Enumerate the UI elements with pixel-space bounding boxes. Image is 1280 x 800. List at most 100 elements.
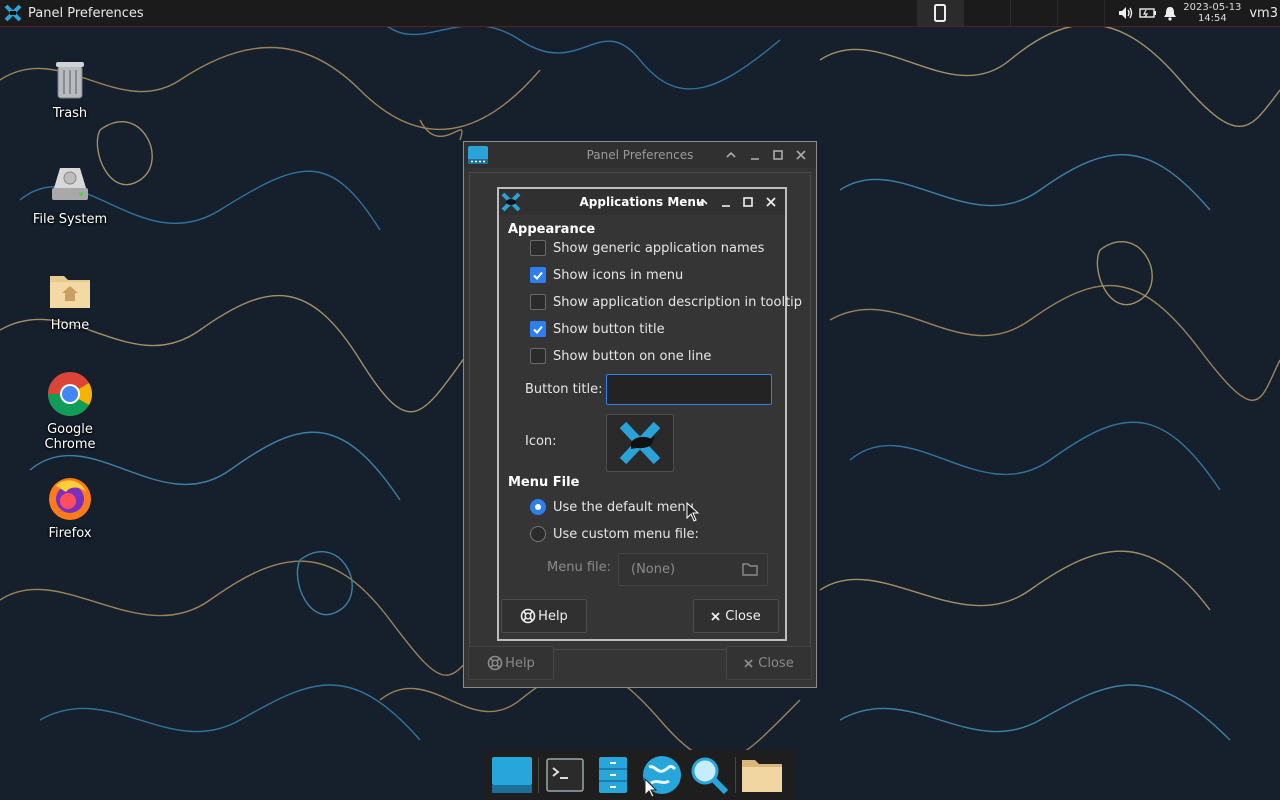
xfce-logo-icon[interactable] [4,4,22,22]
firefox-icon [49,478,91,520]
workspace-4[interactable] [1058,0,1106,26]
panel-preferences-close-button[interactable]: Close [726,646,812,680]
dock-show-desktop[interactable] [488,752,536,798]
folder-icon [742,760,782,792]
dock-home-folder[interactable] [738,752,786,798]
minimize-button[interactable] [746,146,764,164]
dialog-titlebar[interactable]: Applications Menu [499,189,785,215]
dock-terminal[interactable] [541,752,589,798]
option-label: Use the default menu [553,499,694,515]
dock-separator [538,757,539,793]
close-button-label: Close [758,655,794,671]
top-panel: Panel Preferences 2023-05-13 14:54 vm3 [0,0,1280,27]
panel-preferences-help-button[interactable]: Help [468,646,554,680]
desktop-icon-google-chrome[interactable]: Google Chrome [20,370,120,452]
option-label: Show button title [553,321,665,337]
desktop-icon-home[interactable]: Home [20,266,120,333]
folder-icon [742,563,758,576]
icon-chooser-button[interactable] [606,414,674,472]
maximize-button[interactable] [739,193,757,211]
option-show-button-one-line[interactable]: Show button on one line [530,346,711,366]
option-label: Show button on one line [553,348,712,364]
menu-file-chooser[interactable]: (None) [618,553,768,586]
checkbox[interactable] [530,348,546,364]
desktop-icon [492,757,532,793]
option-use-custom-menu-file[interactable]: Use custom menu file: [530,524,699,544]
workspace-2[interactable] [964,0,1012,26]
drive-icon [52,168,88,200]
button-title-label: Button title: [525,382,603,397]
dock-file-manager[interactable] [589,752,637,798]
close-button[interactable]: Close [693,599,779,633]
option-show-description-tooltip[interactable]: Show application description in tooltip [530,292,802,312]
maximize-icon [773,150,783,160]
close-icon [796,150,806,160]
battery-icon[interactable] [1137,0,1159,26]
help-lifebuoy-icon [487,655,503,671]
option-label: Show generic application names [553,240,765,256]
menu-file-label: Menu file: [547,560,612,575]
notification-bell-icon[interactable] [1159,0,1181,26]
close-window-button[interactable] [792,146,810,164]
workspace-1[interactable] [917,0,965,26]
option-show-button-title[interactable]: Show button title [530,319,665,339]
radio-button[interactable] [530,499,546,515]
maximize-button[interactable] [769,146,787,164]
help-button[interactable]: Help [501,599,587,633]
checkbox[interactable] [530,321,546,337]
option-use-default-menu[interactable]: Use the default menu [530,497,694,517]
option-label: Use custom menu file: [553,526,699,542]
help-lifebuoy-icon [520,608,536,624]
chevron-up-icon [698,198,708,205]
desktop-icon-file-system[interactable]: File System [20,160,120,227]
checkbox[interactable] [530,267,546,283]
shade-button[interactable] [694,193,712,211]
window-titlebar[interactable]: Panel Preferences [464,142,816,168]
close-window-button[interactable] [762,193,780,211]
help-button-label: Help [538,608,568,624]
close-icon [766,197,776,207]
option-show-icons-in-menu[interactable]: Show icons in menu [530,265,683,285]
file-cabinet-icon [599,757,627,793]
appearance-heading: Appearance [508,222,596,237]
home-folder-icon [50,276,90,308]
desktop-icon-trash[interactable]: Trash [20,54,120,121]
option-label: Show application description in tooltip [553,294,803,310]
desktop-icon-firefox[interactable]: Firefox [20,474,120,541]
dock-app-finder[interactable] [685,752,733,798]
icon-label: Icon: [525,434,557,449]
trash-icon [56,62,84,99]
active-window-title[interactable]: Panel Preferences [28,6,144,21]
close-icon [711,611,720,621]
shade-button[interactable] [722,146,740,164]
clock[interactable]: 2023-05-13 14:54 [1181,2,1243,24]
checkmark-icon [533,271,543,280]
close-button-label: Close [725,608,761,624]
desktop-icon-label: File System [32,212,108,227]
dock-web-browser[interactable] [637,752,685,798]
workspace-3[interactable] [1011,0,1059,26]
desktop-icon-label: Google Chrome [44,422,96,452]
close-icon [744,658,753,668]
desktop-icon-label: Firefox [48,526,92,541]
checkbox[interactable] [530,240,546,256]
maximize-icon [743,197,753,207]
bottom-dock [484,750,796,800]
magnifier-icon [691,757,729,795]
minimize-icon [751,158,759,160]
volume-icon[interactable] [1115,0,1137,26]
minimize-button[interactable] [717,193,735,211]
terminal-icon [546,758,584,792]
option-label: Show icons in menu [553,267,684,283]
mouse-cursor-icon [686,502,700,522]
checkbox[interactable] [530,294,546,310]
desktop-icon-label: Trash [52,106,88,121]
user-menu[interactable]: vm3 [1249,6,1278,21]
clock-date: 2023-05-13 [1183,2,1242,13]
button-title-input[interactable] [606,374,772,405]
radio-button[interactable] [530,526,546,542]
option-show-generic-names[interactable]: Show generic application names [530,238,764,258]
applications-menu-dialog: Applications Menu Appearance Show generi… [497,187,802,641]
menu-file-heading: Menu File [508,475,580,490]
checkmark-icon [533,325,543,334]
